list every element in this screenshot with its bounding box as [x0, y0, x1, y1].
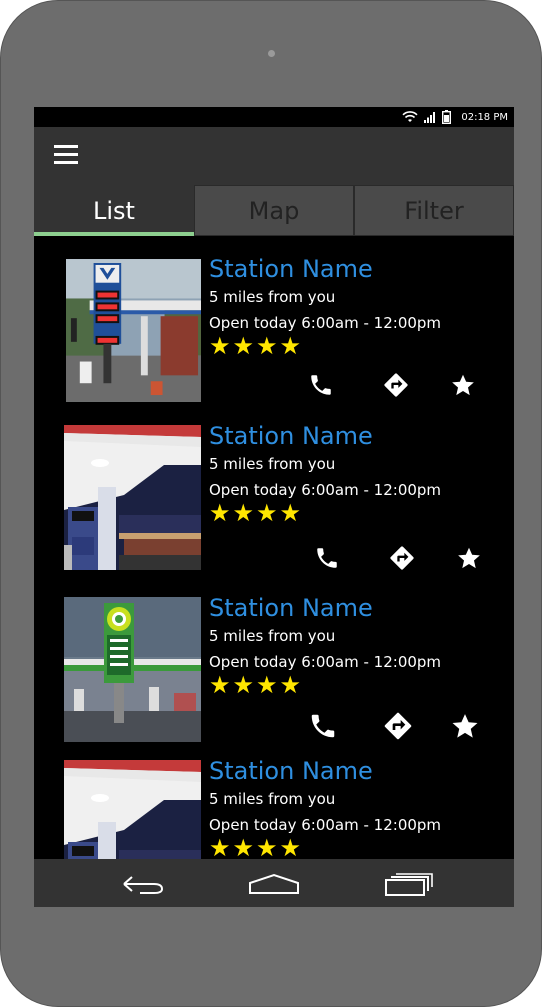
- system-nav-bar: [34, 859, 514, 907]
- favorite-star-icon[interactable]: [446, 368, 480, 402]
- tab-filter[interactable]: Filter: [354, 185, 514, 236]
- home-icon[interactable]: [244, 869, 304, 899]
- station-hours: Open today 6:00am - 12:00pm: [209, 481, 442, 499]
- phone-frame: 02:18 PM List Map Filter Station Name 5 …: [0, 0, 542, 1007]
- signal-icon: [424, 112, 436, 123]
- wifi-icon: [402, 111, 418, 122]
- recent-apps-icon[interactable]: [378, 869, 438, 899]
- tab-list[interactable]: List: [34, 185, 194, 236]
- battery-icon: [442, 110, 452, 124]
- station-photo[interactable]: [66, 258, 201, 403]
- station-photo[interactable]: [64, 597, 201, 742]
- station-distance: 5 miles from you: [209, 790, 336, 808]
- station-list-item[interactable]: Station Name 5 miles from you Open today…: [34, 738, 514, 859]
- favorite-star-icon[interactable]: [452, 541, 486, 575]
- phone-icon[interactable]: [310, 541, 344, 575]
- station-name[interactable]: Station Name: [209, 593, 509, 623]
- station-distance: 5 miles from you: [209, 288, 336, 306]
- station-list-item[interactable]: Station Name 5 miles from you Open today…: [34, 575, 514, 740]
- tab-bar: List Map Filter: [34, 185, 514, 236]
- directions-icon[interactable]: [379, 368, 413, 402]
- front-camera: [268, 50, 275, 57]
- status-bar: 02:18 PM: [34, 107, 514, 127]
- star-rating: ★★★★: [209, 332, 304, 360]
- station-list-item[interactable]: Station Name 5 miles from you Open today…: [34, 403, 514, 568]
- tab-map[interactable]: Map: [194, 185, 354, 236]
- station-name[interactable]: Station Name: [209, 254, 509, 284]
- station-photo[interactable]: [64, 425, 201, 570]
- app-screen: 02:18 PM List Map Filter Station Name 5 …: [34, 107, 514, 907]
- phone-icon[interactable]: [304, 368, 338, 402]
- back-icon[interactable]: [110, 869, 170, 899]
- station-name[interactable]: Station Name: [209, 756, 509, 786]
- star-rating: ★★★★: [209, 834, 304, 859]
- status-time: 02:18 PM: [461, 111, 508, 123]
- station-list: Station Name 5 miles from you Open today…: [34, 236, 514, 859]
- station-hours: Open today 6:00am - 12:00pm: [209, 816, 442, 834]
- station-name[interactable]: Station Name: [209, 421, 509, 451]
- app-bar: [34, 127, 514, 185]
- station-distance: 5 miles from you: [209, 455, 336, 473]
- star-rating: ★★★★: [209, 499, 304, 527]
- station-hours: Open today 6:00am - 12:00pm: [209, 653, 442, 671]
- star-rating: ★★★★: [209, 671, 304, 699]
- directions-icon[interactable]: [385, 541, 419, 575]
- station-list-item[interactable]: Station Name 5 miles from you Open today…: [34, 236, 514, 401]
- station-photo[interactable]: [64, 760, 201, 859]
- station-hours: Open today 6:00am - 12:00pm: [209, 314, 442, 332]
- hamburger-menu-icon[interactable]: [48, 143, 80, 169]
- station-distance: 5 miles from you: [209, 627, 336, 645]
